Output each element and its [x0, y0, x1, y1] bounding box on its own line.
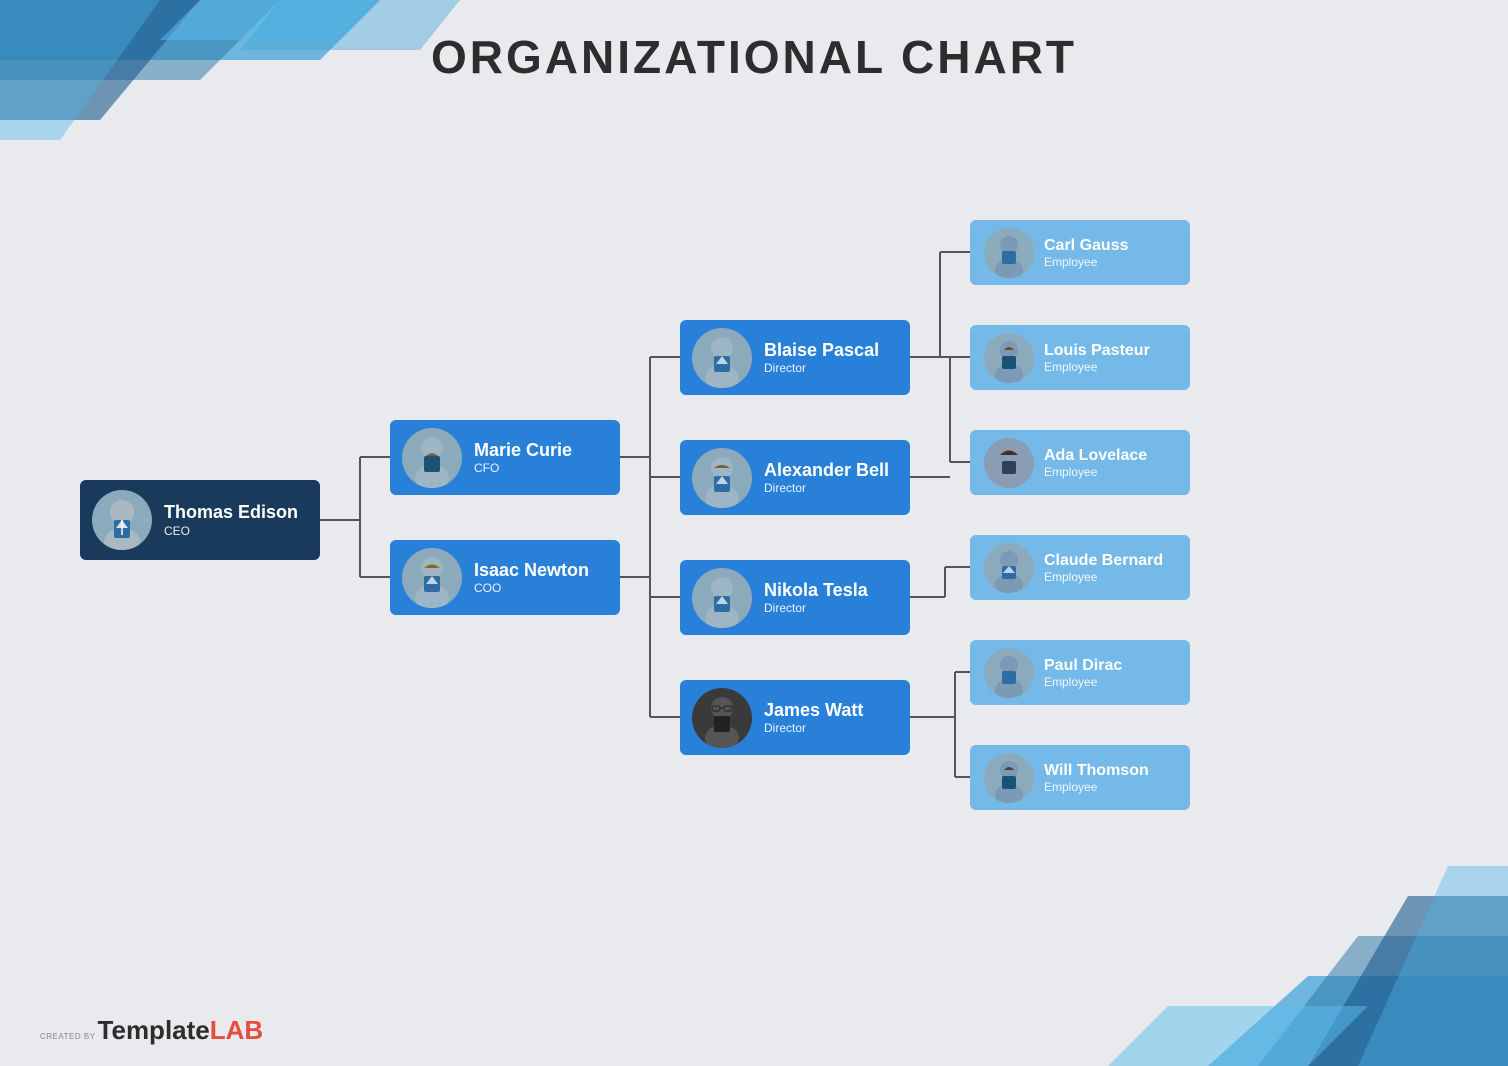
emp5-node: Paul Dirac Employee — [970, 640, 1190, 705]
emp1-node: Carl Gauss Employee — [970, 220, 1190, 285]
emp3-avatar — [984, 438, 1034, 488]
coo-avatar — [402, 548, 462, 608]
dir3-node: Nikola Tesla Director — [680, 560, 910, 635]
dir1-avatar — [692, 328, 752, 388]
coo-name: Isaac Newton — [474, 560, 589, 582]
dir1-name: Blaise Pascal — [764, 340, 879, 362]
emp3-node: Ada Lovelace Employee — [970, 430, 1190, 495]
dir2-avatar — [692, 448, 752, 508]
emp6-role: Employee — [1044, 780, 1149, 794]
emp5-name: Paul Dirac — [1044, 656, 1122, 675]
dir1-role: Director — [764, 361, 879, 375]
emp3-name: Ada Lovelace — [1044, 446, 1147, 465]
emp4-avatar — [984, 543, 1034, 593]
emp4-role: Employee — [1044, 570, 1163, 584]
cfo-avatar — [402, 428, 462, 488]
emp4-name: Claude Bernard — [1044, 551, 1163, 570]
cfo-name: Marie Curie — [474, 440, 572, 462]
emp2-avatar — [984, 333, 1034, 383]
ceo-name: Thomas Edison — [164, 502, 298, 524]
emp1-role: Employee — [1044, 255, 1128, 269]
watermark: CREATED BY Template LAB — [40, 1015, 263, 1046]
emp2-role: Employee — [1044, 360, 1150, 374]
emp4-node: Claude Bernard Employee — [970, 535, 1190, 600]
cfo-node: Marie Curie CFO — [390, 420, 620, 495]
dir2-name: Alexander Bell — [764, 460, 889, 482]
emp2-name: Louis Pasteur — [1044, 341, 1150, 360]
emp5-role: Employee — [1044, 675, 1122, 689]
coo-role: COO — [474, 581, 589, 595]
emp6-avatar — [984, 753, 1034, 803]
chart-area: Thomas Edison CEO Marie Curie CFO — [40, 110, 1468, 986]
emp6-name: Will Thomson — [1044, 761, 1149, 780]
emp1-name: Carl Gauss — [1044, 236, 1128, 255]
dir4-role: Director — [764, 721, 863, 735]
dir3-name: Nikola Tesla — [764, 580, 868, 602]
cfo-role: CFO — [474, 461, 572, 475]
coo-node: Isaac Newton COO — [390, 540, 620, 615]
emp6-node: Will Thomson Employee — [970, 745, 1190, 810]
dir2-role: Director — [764, 481, 889, 495]
ceo-avatar — [92, 490, 152, 550]
emp1-avatar — [984, 228, 1034, 278]
emp5-avatar — [984, 648, 1034, 698]
dir3-role: Director — [764, 601, 868, 615]
ceo-role: CEO — [164, 524, 298, 538]
watermark-template: Template — [98, 1015, 210, 1046]
emp3-role: Employee — [1044, 465, 1147, 479]
page-title: ORGANIZATIONAL CHART — [0, 30, 1508, 84]
dir2-node: Alexander Bell Director — [680, 440, 910, 515]
dir4-node: James Watt Director — [680, 680, 910, 755]
emp2-node: Louis Pasteur Employee — [970, 325, 1190, 390]
dir4-name: James Watt — [764, 700, 863, 722]
dir1-node: Blaise Pascal Director — [680, 320, 910, 395]
watermark-created: CREATED BY — [40, 1032, 96, 1041]
watermark-lab: LAB — [210, 1015, 263, 1046]
ceo-node: Thomas Edison CEO — [80, 480, 320, 560]
dir4-avatar — [692, 688, 752, 748]
dir3-avatar — [692, 568, 752, 628]
